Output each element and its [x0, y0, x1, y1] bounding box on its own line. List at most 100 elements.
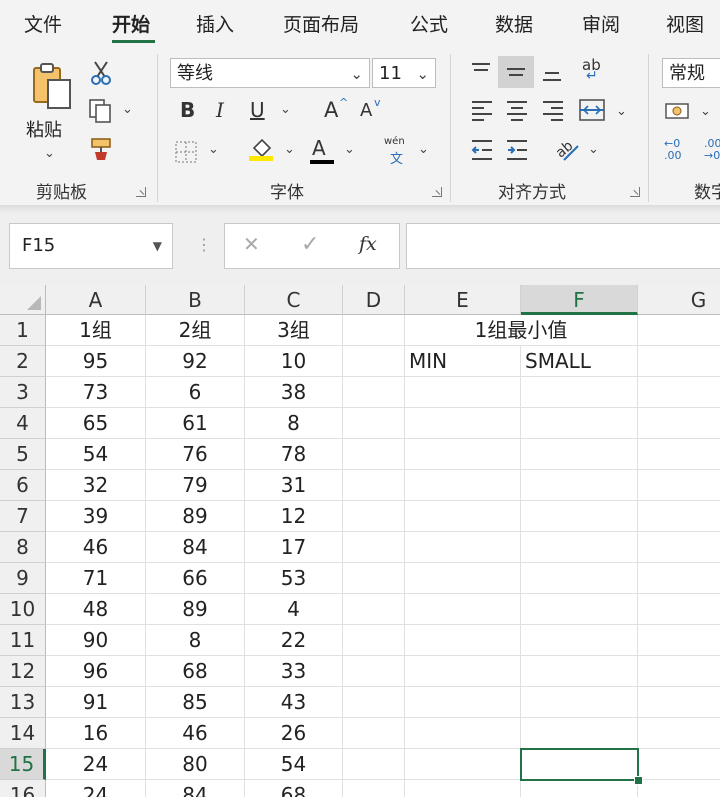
decrease-decimal-button[interactable]: .00 →0	[704, 138, 720, 162]
cell-b[interactable]: 61	[146, 408, 245, 439]
cell-empty[interactable]	[521, 687, 638, 718]
fill-handle[interactable]	[634, 776, 643, 785]
cell-c[interactable]: 54	[245, 749, 343, 780]
active-cell-selection[interactable]	[520, 748, 639, 781]
cell-c[interactable]: 53	[245, 563, 343, 594]
orientation-icon[interactable]: ab	[554, 136, 582, 162]
cell-a[interactable]: 24	[46, 749, 146, 780]
cell-a[interactable]: 39	[46, 501, 146, 532]
cell-empty[interactable]	[521, 408, 638, 439]
cell-empty[interactable]	[638, 346, 720, 377]
cell-empty[interactable]	[521, 780, 638, 797]
row-header[interactable]: 5	[0, 439, 46, 470]
cell-empty[interactable]	[521, 594, 638, 625]
cell-empty[interactable]	[638, 749, 720, 780]
cell-empty[interactable]	[343, 346, 405, 377]
worksheet-grid[interactable]: A B C D E F G 1 1组 2组 3组 2 95 92 10 3 73 6 38 4 65 61 8 5 54 76 78…	[0, 285, 720, 797]
cell-empty[interactable]	[405, 594, 521, 625]
cell-a[interactable]: 73	[46, 377, 146, 408]
cell-b[interactable]: 92	[146, 346, 245, 377]
cell-b[interactable]: 84	[146, 780, 245, 797]
border-icon[interactable]	[174, 140, 198, 164]
column-header-f[interactable]: F	[521, 285, 638, 315]
cell-empty[interactable]	[638, 439, 720, 470]
cell-empty[interactable]	[638, 687, 720, 718]
cell-c[interactable]: 17	[245, 532, 343, 563]
cell-empty[interactable]	[343, 656, 405, 687]
align-top-icon[interactable]	[470, 61, 492, 83]
select-all-button[interactable]	[0, 285, 46, 315]
cell-c[interactable]: 31	[245, 470, 343, 501]
cell-empty[interactable]	[343, 563, 405, 594]
align-right-icon[interactable]	[541, 98, 565, 122]
merge-center-icon[interactable]	[578, 97, 606, 123]
cell-empty[interactable]	[343, 749, 405, 780]
cell-empty[interactable]	[638, 408, 720, 439]
column-header-g[interactable]: G	[638, 285, 720, 315]
increase-decimal-button[interactable]: ←0 .00	[664, 138, 694, 162]
cell-empty[interactable]	[405, 532, 521, 563]
merge-dropdown-icon[interactable]: ⌄	[616, 104, 627, 119]
cell-empty[interactable]	[343, 501, 405, 532]
cell-empty[interactable]	[405, 749, 521, 780]
row-header[interactable]: 16	[0, 780, 46, 797]
cell-empty[interactable]	[521, 377, 638, 408]
font-color-button[interactable]: A	[312, 138, 326, 158]
row-header[interactable]: 9	[0, 563, 46, 594]
cell-empty[interactable]	[521, 656, 638, 687]
align-middle-icon[interactable]	[505, 61, 527, 83]
cell-a[interactable]: 54	[46, 439, 146, 470]
cell-empty[interactable]	[521, 439, 638, 470]
cell-c[interactable]: 8	[245, 408, 343, 439]
cell-empty[interactable]	[638, 656, 720, 687]
align-bottom-icon[interactable]	[541, 61, 563, 83]
row-header[interactable]: 3	[0, 377, 46, 408]
cell-b[interactable]: 2组	[146, 315, 245, 346]
decrease-indent-icon[interactable]	[470, 138, 494, 162]
cell-empty[interactable]	[405, 501, 521, 532]
cell-empty[interactable]	[638, 780, 720, 797]
cell-empty[interactable]	[405, 625, 521, 656]
cell-c[interactable]: 68	[245, 780, 343, 797]
cell-c[interactable]: 33	[245, 656, 343, 687]
cell-empty[interactable]	[521, 563, 638, 594]
column-header-a[interactable]: A	[46, 285, 146, 315]
cell-empty[interactable]	[343, 470, 405, 501]
paste-button[interactable]: 粘贴 ⌄	[26, 60, 76, 161]
tab-file[interactable]: 文件	[24, 10, 62, 37]
cell-a[interactable]: 46	[46, 532, 146, 563]
cell-empty[interactable]	[405, 718, 521, 749]
column-header-b[interactable]: B	[146, 285, 245, 315]
cell-c[interactable]: 26	[245, 718, 343, 749]
cell-empty[interactable]	[638, 501, 720, 532]
font-family-select[interactable]: 等线 ⌄	[170, 58, 370, 88]
row-header[interactable]: 11	[0, 625, 46, 656]
clipboard-launcher-icon[interactable]	[136, 187, 146, 197]
align-left-icon[interactable]	[470, 98, 494, 122]
font-color-dropdown-icon[interactable]: ⌄	[344, 142, 355, 157]
orientation-dropdown-icon[interactable]: ⌄	[588, 142, 599, 157]
cell-empty[interactable]	[343, 377, 405, 408]
cell-b[interactable]: 79	[146, 470, 245, 501]
cell-empty[interactable]	[343, 594, 405, 625]
grow-font-button[interactable]: A	[324, 100, 338, 121]
cell-empty[interactable]	[405, 780, 521, 797]
row-header[interactable]: 13	[0, 687, 46, 718]
copy-icon[interactable]	[88, 98, 114, 124]
font-size-select[interactable]: 11 ⌄	[372, 58, 436, 88]
row-header[interactable]: 1	[0, 315, 46, 346]
wrap-text-icon[interactable]: ab ↵	[582, 56, 608, 84]
cell-a[interactable]: 32	[46, 470, 146, 501]
cell-empty[interactable]	[405, 439, 521, 470]
cell-a[interactable]: 95	[46, 346, 146, 377]
bold-button[interactable]: B	[180, 100, 195, 120]
tab-page-layout[interactable]: 页面布局	[283, 10, 359, 37]
tab-review[interactable]: 审阅	[582, 10, 620, 37]
tab-insert[interactable]: 插入	[196, 10, 234, 37]
row-header[interactable]: 4	[0, 408, 46, 439]
cell-empty[interactable]	[405, 470, 521, 501]
cell-c[interactable]: 38	[245, 377, 343, 408]
cell-empty[interactable]	[405, 563, 521, 594]
cell-c[interactable]: 4	[245, 594, 343, 625]
cell-b[interactable]: 85	[146, 687, 245, 718]
